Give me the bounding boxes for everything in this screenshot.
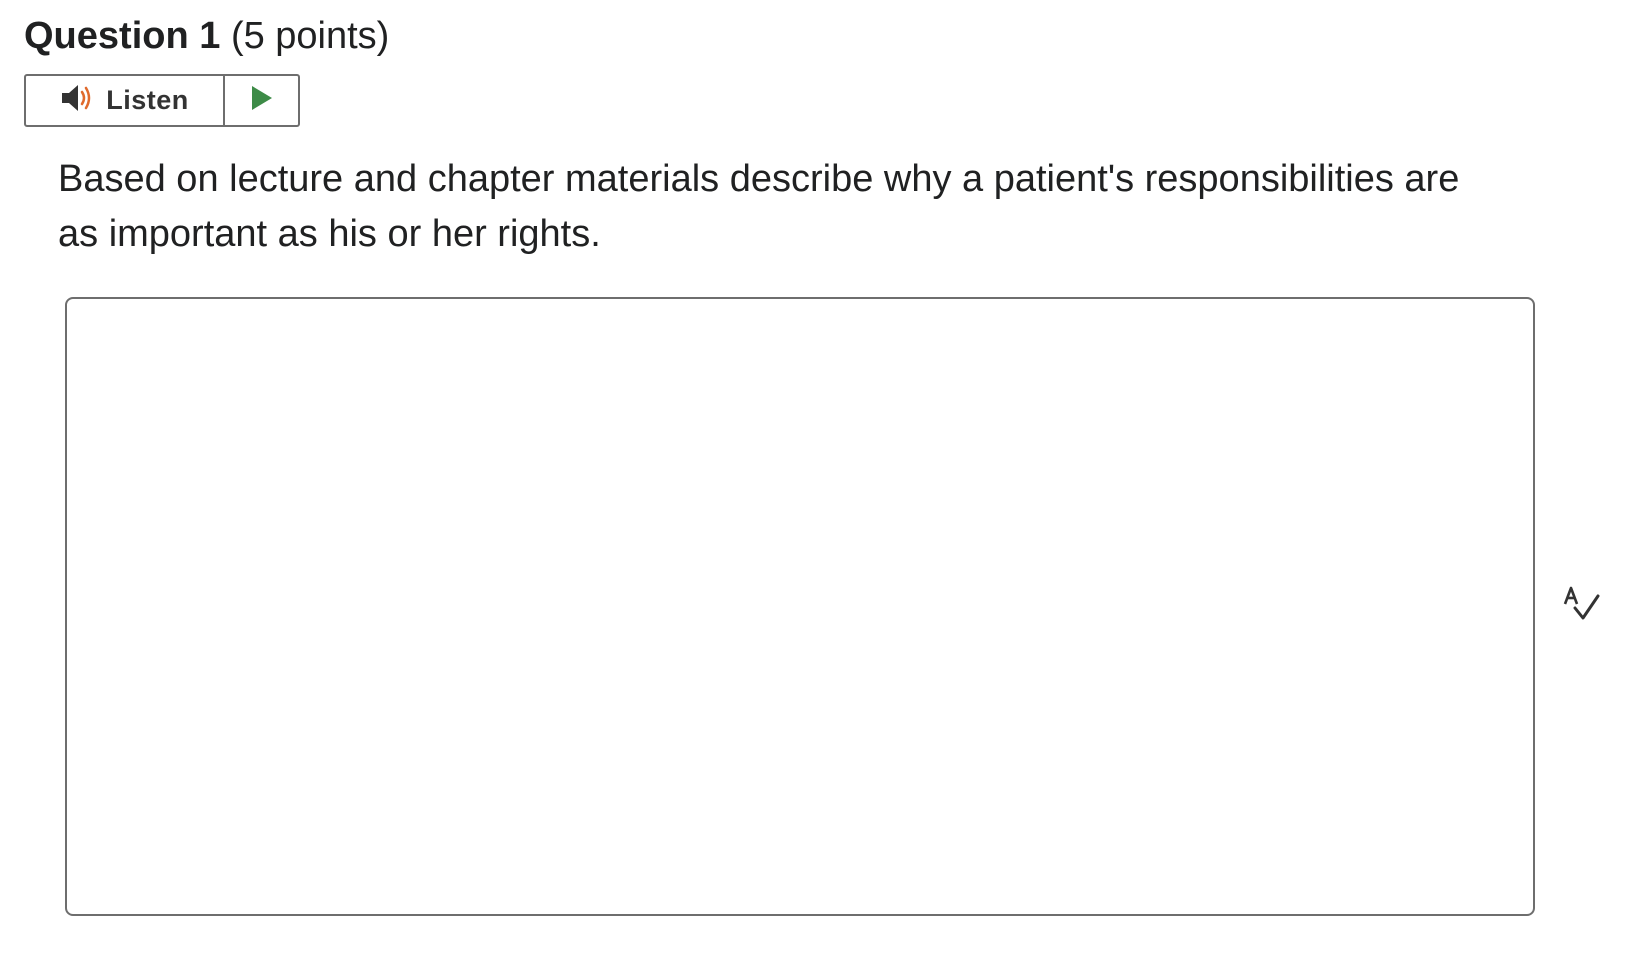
listen-widget: Listen xyxy=(24,74,300,127)
question-title: Question 1 xyxy=(24,15,221,57)
question-header: Question 1 (5 points) xyxy=(24,10,389,62)
question-points: (5 points) xyxy=(230,15,390,57)
question-prompt: Based on lecture and chapter materials d… xyxy=(58,158,1460,255)
speaker-icon xyxy=(60,83,96,118)
spellcheck-icon[interactable] xyxy=(1560,584,1602,626)
play-icon xyxy=(250,84,274,117)
play-button[interactable] xyxy=(225,76,298,125)
answer-textarea[interactable] xyxy=(65,297,1535,916)
listen-label: Listen xyxy=(106,85,189,115)
listen-button[interactable]: Listen xyxy=(26,76,225,125)
